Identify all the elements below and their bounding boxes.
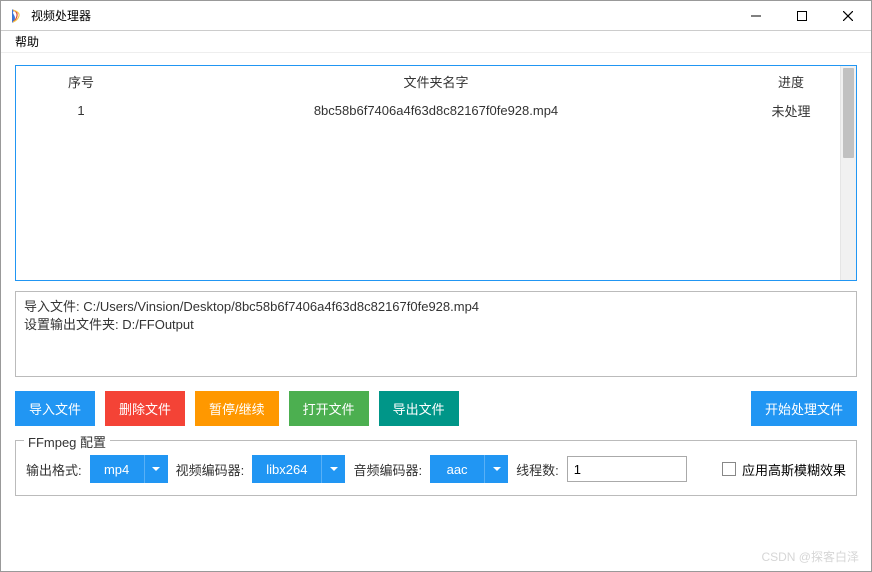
menu-bar: 帮助 <box>1 31 871 53</box>
minimize-button[interactable] <box>733 1 779 31</box>
output-format-label: 输出格式: <box>26 460 82 479</box>
open-button[interactable]: 打开文件 <box>289 391 369 426</box>
checkbox-box <box>722 462 736 476</box>
ffmpeg-config-panel: FFmpeg 配置 输出格式: mp4 视频编码器: libx264 音频编码器… <box>15 440 857 496</box>
threads-label: 线程数: <box>516 460 559 479</box>
log-output[interactable]: 导入文件: C:/Users/Vinsion/Desktop/8bc58b6f7… <box>15 291 857 377</box>
chevron-down-icon <box>484 455 508 483</box>
audio-encoder-value: aac <box>430 462 484 477</box>
title-bar: 视频处理器 <box>1 1 871 31</box>
log-line: 导入文件: C:/Users/Vinsion/Desktop/8bc58b6f7… <box>24 299 479 314</box>
maximize-button[interactable] <box>779 1 825 31</box>
table-row[interactable]: 1 8bc58b6f7406a4f63d8c82167f0fe928.mp4 未… <box>16 97 856 124</box>
file-list-panel: 序号 文件夹名字 进度 1 8bc58b6f7406a4f63d8c82167f… <box>15 65 857 281</box>
video-encoder-value: libx264 <box>252 462 321 477</box>
cell-progress: 未处理 <box>726 97 856 124</box>
output-format-select[interactable]: mp4 <box>90 455 168 483</box>
start-process-button[interactable]: 开始处理文件 <box>751 391 857 426</box>
window-controls <box>733 1 871 30</box>
gaussian-blur-checkbox[interactable]: 应用高斯模糊效果 <box>722 460 846 479</box>
delete-button[interactable]: 删除文件 <box>105 391 185 426</box>
app-icon <box>9 8 25 24</box>
output-format-value: mp4 <box>90 462 144 477</box>
gaussian-blur-label: 应用高斯模糊效果 <box>742 460 846 479</box>
audio-encoder-select[interactable]: aac <box>430 455 508 483</box>
header-progress[interactable]: 进度 <box>726 66 856 97</box>
pause-resume-button[interactable]: 暂停/继续 <box>195 391 279 426</box>
import-button[interactable]: 导入文件 <box>15 391 95 426</box>
video-encoder-select[interactable]: libx264 <box>252 455 345 483</box>
action-bar: 导入文件 删除文件 暂停/继续 打开文件 导出文件 开始处理文件 <box>15 391 857 426</box>
content-area: 序号 文件夹名字 进度 1 8bc58b6f7406a4f63d8c82167f… <box>1 53 871 506</box>
scrollbar-thumb[interactable] <box>843 68 854 158</box>
header-index[interactable]: 序号 <box>16 66 146 97</box>
header-name[interactable]: 文件夹名字 <box>146 66 726 97</box>
file-table[interactable]: 序号 文件夹名字 进度 1 8bc58b6f7406a4f63d8c82167f… <box>16 66 856 124</box>
threads-input[interactable] <box>567 456 687 482</box>
video-encoder-label: 视频编码器: <box>176 460 245 479</box>
window-title: 视频处理器 <box>31 7 733 24</box>
chevron-down-icon <box>144 455 168 483</box>
audio-encoder-label: 音频编码器: <box>353 460 422 479</box>
close-button[interactable] <box>825 1 871 31</box>
cell-name: 8bc58b6f7406a4f63d8c82167f0fe928.mp4 <box>146 97 726 124</box>
export-button[interactable]: 导出文件 <box>379 391 459 426</box>
table-scrollbar[interactable] <box>840 66 856 280</box>
table-header-row: 序号 文件夹名字 进度 <box>16 66 856 97</box>
chevron-down-icon <box>321 455 345 483</box>
log-line: 设置输出文件夹: D:/FFOutput <box>24 317 194 332</box>
cell-index: 1 <box>16 97 146 124</box>
menu-help[interactable]: 帮助 <box>9 31 45 52</box>
ffmpeg-row: 输出格式: mp4 视频编码器: libx264 音频编码器: aac 线程数:… <box>26 455 846 483</box>
ffmpeg-legend: FFmpeg 配置 <box>24 432 110 451</box>
watermark: CSDN @探客白泽 <box>761 548 859 565</box>
